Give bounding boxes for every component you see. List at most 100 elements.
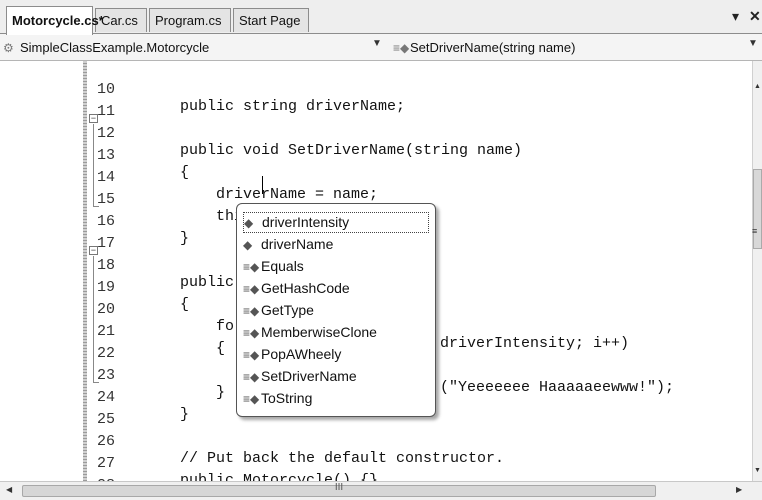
code-text-tail: driverIntensity; i++)	[440, 335, 630, 352]
code-line: 13 {	[0, 130, 189, 181]
type-dropdown[interactable]: ⚙ SimpleClassExample.Motorcycle	[3, 37, 383, 58]
scroll-down-arrow-icon[interactable]: ▼	[753, 467, 762, 474]
completion-item[interactable]: ◆ driverIntensity	[243, 212, 429, 233]
vertical-scrollbar[interactable]: ▲ ▼	[752, 61, 762, 481]
tab-list-dropdown-icon[interactable]: ▾	[732, 8, 739, 25]
line-number: 25	[97, 411, 116, 428]
line-number: 10	[97, 81, 116, 98]
split-window-icon[interactable]: ≡	[752, 226, 757, 236]
completion-item[interactable]: ≡◆ SetDriverName	[243, 366, 429, 387]
code-text: {	[180, 164, 190, 181]
code-text: }	[180, 384, 226, 401]
completion-item[interactable]: ≡◆ ToString	[243, 388, 429, 409]
line-number: 11	[97, 103, 116, 120]
code-text: {	[180, 340, 226, 357]
tab-program-cs[interactable]: Program.cs	[149, 8, 231, 32]
line-number: 23	[97, 367, 116, 384]
completion-item[interactable]: ≡◆ MemberwiseClone	[243, 322, 429, 343]
completion-item-label: ToString	[261, 390, 313, 406]
horizontal-scrollbar[interactable]: ◀ III ▶	[0, 481, 762, 500]
line-number: 19	[97, 279, 116, 296]
member-dropdown-value: SetDriverName(string name)	[410, 40, 576, 55]
tab-start-page[interactable]: Start Page	[233, 8, 309, 32]
document-tab-strip: Motorcycle.cs* Car.cs Program.cs Start P…	[0, 0, 762, 35]
method-icon: ≡◆	[393, 41, 410, 55]
line-number: 12	[97, 125, 116, 142]
completion-item[interactable]: ◆ driverName	[243, 234, 429, 255]
line-number: 20	[97, 301, 116, 318]
code-text-tail: ("Yeeeeeee Haaaaaeewww!");	[440, 379, 675, 396]
code-line: 15 this.driverName = name;	[0, 174, 423, 225]
code-line: 14 driverName = name;	[0, 152, 378, 203]
code-text: public void SetDriverName(string name)	[180, 142, 523, 159]
line-number: 17	[97, 235, 116, 252]
code-text: public	[180, 274, 235, 291]
method-icon: ≡◆	[243, 370, 260, 384]
line-number: 18	[97, 257, 116, 274]
outline-end-marker	[93, 382, 99, 383]
code-line: 28	[0, 460, 115, 481]
horizontal-scroll-thumb[interactable]: III	[22, 482, 656, 497]
code-line: 11	[0, 86, 115, 120]
protected-method-icon: ≡◆	[243, 326, 260, 340]
code-line: 23 }	[0, 350, 225, 401]
code-text: fo	[180, 318, 235, 335]
code-text: public string driverName;	[180, 98, 406, 115]
scroll-right-arrow-icon[interactable]: ▶	[736, 485, 742, 494]
method-icon: ≡◆	[243, 304, 260, 318]
navigation-bar: ⚙ SimpleClassExample.Motorcycle ▼ ≡◆SetDr…	[0, 34, 762, 61]
code-text: driverName = name;	[180, 186, 379, 203]
line-number: 24	[97, 389, 116, 406]
line-number: 21	[97, 323, 116, 340]
member-dropdown[interactable]: ≡◆SetDriverName(string name)	[393, 37, 748, 58]
code-line: 12 public void SetDriverName(string name…	[0, 108, 522, 159]
scroll-left-arrow-icon[interactable]: ◀	[6, 485, 12, 494]
completion-item[interactable]: ≡◆ PopAWheely	[243, 344, 429, 365]
completion-item-label: PopAWheely	[261, 346, 342, 362]
completion-item-label: driverIntensity	[262, 214, 350, 230]
code-text: {	[180, 296, 190, 313]
vertical-scroll-thumb[interactable]	[753, 169, 762, 249]
close-tab-icon[interactable]: ✕	[749, 8, 761, 25]
code-line: 22 ("Yeeeeeee Haaaaaeewww!");	[0, 328, 674, 396]
completion-item[interactable]: ≡◆ GetHashCode	[243, 278, 429, 299]
type-dropdown-value: SimpleClassExample.Motorcycle	[20, 40, 210, 55]
field-icon: ◆	[243, 238, 253, 252]
line-number: 13	[97, 147, 116, 164]
completion-item-label: driverName	[261, 236, 334, 252]
scroll-up-arrow-icon[interactable]: ▲	[753, 83, 762, 90]
code-line: 25	[0, 394, 115, 428]
class-icon: ⚙	[3, 41, 14, 55]
code-text: public Motorcycle() {}	[180, 472, 379, 481]
method-icon: ≡◆	[243, 260, 260, 274]
code-line: 16 }	[0, 196, 189, 247]
member-dropdown-arrow-icon[interactable]: ▼	[748, 38, 758, 49]
tab-motorcycle-cs[interactable]: Motorcycle.cs*	[6, 6, 104, 35]
code-line: 24 }	[0, 372, 189, 423]
type-dropdown-arrow-icon[interactable]: ▼	[372, 38, 382, 49]
intellisense-completion-list[interactable]: ◆ driverIntensity ◆ driverName ≡◆ Equals ≡◆…	[236, 203, 436, 417]
collapse-region-icon[interactable]: −	[89, 114, 98, 124]
code-line: 20 fo driverIntensity; i++)	[0, 284, 629, 352]
completion-item[interactable]: ≡◆ GetType	[243, 300, 429, 321]
completion-item[interactable]: ≡◆ Equals	[243, 256, 429, 277]
completion-item-label: GetType	[261, 302, 314, 318]
line-number: 22	[97, 345, 116, 362]
scroll-grip: III	[334, 482, 344, 493]
line-number: 14	[97, 169, 116, 186]
line-number: 16	[97, 213, 116, 230]
code-line: 18 public	[0, 240, 234, 291]
code-line: 17	[0, 218, 115, 252]
method-icon: ≡◆	[243, 282, 260, 296]
code-line: 10 public string driverName;	[0, 64, 405, 115]
code-line: 21 {	[0, 306, 225, 357]
completion-item-label: GetHashCode	[261, 280, 350, 296]
outline-end-marker	[93, 206, 99, 207]
method-icon: ≡◆	[243, 392, 260, 406]
method-icon: ≡◆	[243, 348, 260, 362]
line-number: 26	[97, 433, 116, 450]
collapse-region-icon[interactable]: −	[89, 246, 98, 256]
code-line: 27 public Motorcycle() {}	[0, 438, 378, 481]
line-number: 15	[97, 191, 116, 208]
field-icon: ◆	[244, 216, 254, 230]
